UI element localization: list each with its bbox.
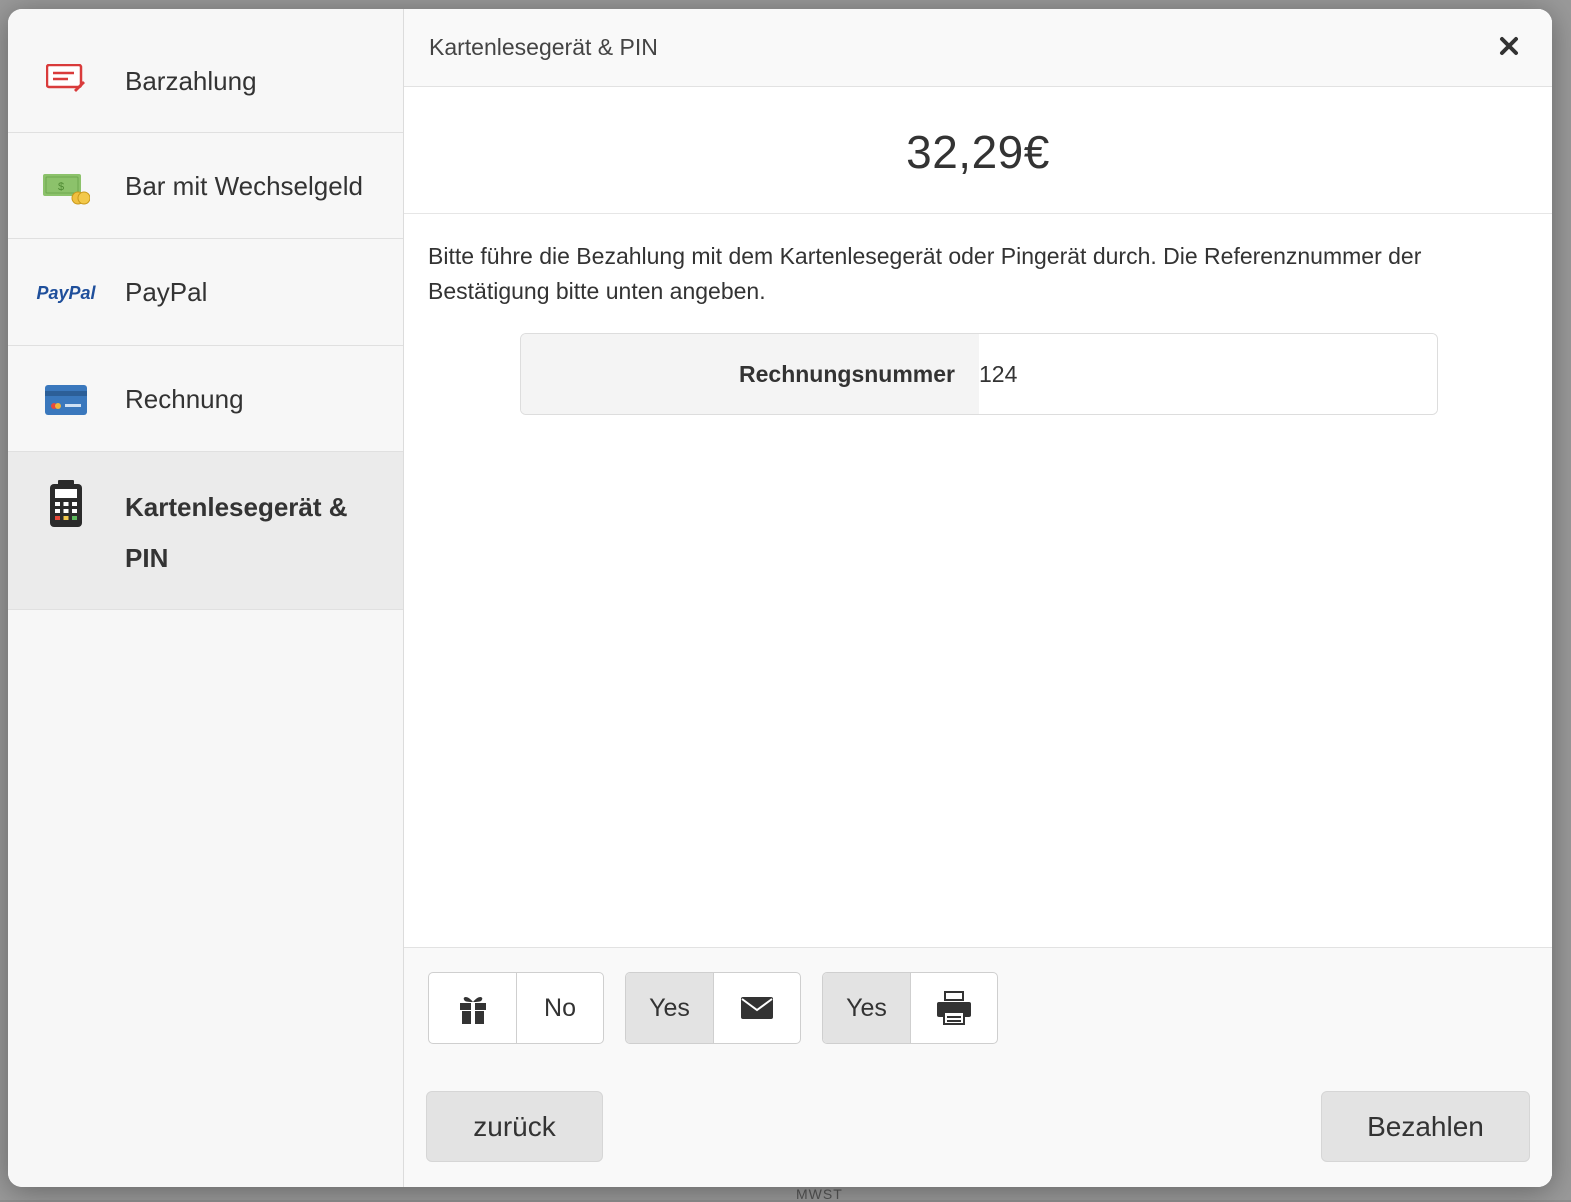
reference-input-group: Rechnungsnummer xyxy=(520,333,1438,415)
amount-section: 32,29€ xyxy=(404,87,1552,214)
method-label: Kartenlesegerät & PIN xyxy=(125,492,348,573)
method-kartenlesegeraet-pin[interactable]: Kartenlesegerät & PIN xyxy=(8,452,403,610)
method-label: Rechnung xyxy=(125,384,244,414)
print-receipt-toggle[interactable]: Yes xyxy=(822,972,998,1044)
close-icon[interactable] xyxy=(1494,31,1524,61)
payment-method-sidebar: Barzahlung $ Bar mit Wechselgeld PayPal … xyxy=(8,9,404,1187)
pay-button[interactable]: Bezahlen xyxy=(1321,1091,1530,1162)
email-receipt-toggle[interactable]: Yes xyxy=(625,972,801,1044)
modal-footer: zurück Bezahlen xyxy=(404,1069,1552,1187)
total-amount: 32,29€ xyxy=(906,126,1050,178)
modal-title: Kartenlesegerät & PIN xyxy=(429,34,658,60)
paypal-logo-icon: PayPal xyxy=(36,283,96,303)
modal-header: Kartenlesegerät & PIN xyxy=(404,9,1552,87)
method-label: PayPal xyxy=(125,277,208,307)
payment-instructions: Bitte führe die Bezahlung mit dem Karten… xyxy=(428,243,1422,304)
printer-icon xyxy=(910,973,997,1043)
back-button[interactable]: zurück xyxy=(426,1091,603,1162)
method-label: Bar mit Wechselgeld xyxy=(125,171,363,201)
envelope-icon xyxy=(713,973,800,1043)
gift-receipt-toggle[interactable]: No xyxy=(428,972,604,1044)
gift-receipt-value: No xyxy=(516,973,603,1043)
credit-card-icon xyxy=(36,385,96,415)
cash-note-icon xyxy=(36,64,96,96)
method-bar-mit-wechselgeld[interactable]: $ Bar mit Wechselgeld xyxy=(8,133,403,239)
receipt-options-bar: No Yes Yes xyxy=(404,947,1552,1070)
card-terminal-icon xyxy=(36,480,96,528)
reference-number-input[interactable] xyxy=(979,334,1437,414)
method-barzahlung[interactable]: Barzahlung xyxy=(8,9,403,133)
print-receipt-value: Yes xyxy=(823,973,910,1043)
method-rechnung[interactable]: Rechnung xyxy=(8,346,403,452)
gift-icon xyxy=(429,973,516,1043)
money-coins-icon: $ xyxy=(36,171,96,205)
payment-modal: Barzahlung $ Bar mit Wechselgeld PayPal … xyxy=(8,9,1552,1187)
method-paypal[interactable]: PayPal PayPal xyxy=(8,239,403,346)
svg-text:$: $ xyxy=(58,181,64,193)
method-label: Barzahlung xyxy=(125,66,257,96)
reference-label: Rechnungsnummer xyxy=(521,334,979,414)
payment-main-panel: Kartenlesegerät & PIN 32,29€ Bitte führe… xyxy=(404,9,1552,1187)
email-receipt-value: Yes xyxy=(626,973,713,1043)
